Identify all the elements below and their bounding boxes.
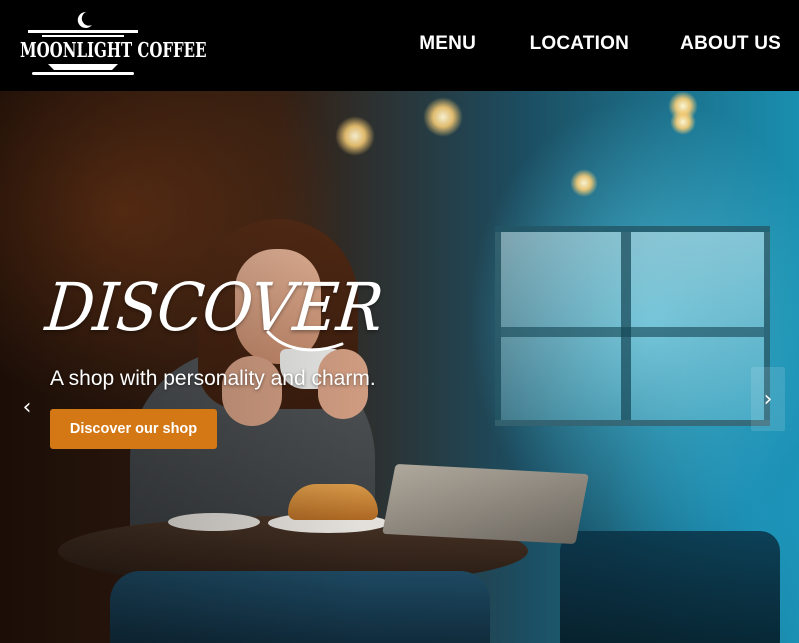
- nav-item-location[interactable]: LOCATION: [530, 33, 629, 55]
- brand-logo[interactable]: MOONLIGHT COFFEE: [20, 10, 207, 78]
- site-header: MOONLIGHT COFFEE MENU LOCATION ABOUT US: [0, 0, 799, 91]
- nav-item-about-us[interactable]: ABOUT US: [680, 33, 781, 55]
- title-swash: [266, 330, 344, 352]
- discover-shop-button[interactable]: Discover our shop: [50, 409, 217, 449]
- brand-name: MOONLIGHT COFFEE: [20, 38, 207, 63]
- hero-subtitle: A shop with personality and charm.: [50, 367, 376, 390]
- hero-slider: DISCOVER A shop with personality and cha…: [0, 91, 799, 643]
- nav-item-menu[interactable]: MENU: [419, 33, 476, 55]
- chevron-right-icon[interactable]: ›: [751, 367, 785, 431]
- chevron-left-icon[interactable]: ‹: [14, 387, 40, 427]
